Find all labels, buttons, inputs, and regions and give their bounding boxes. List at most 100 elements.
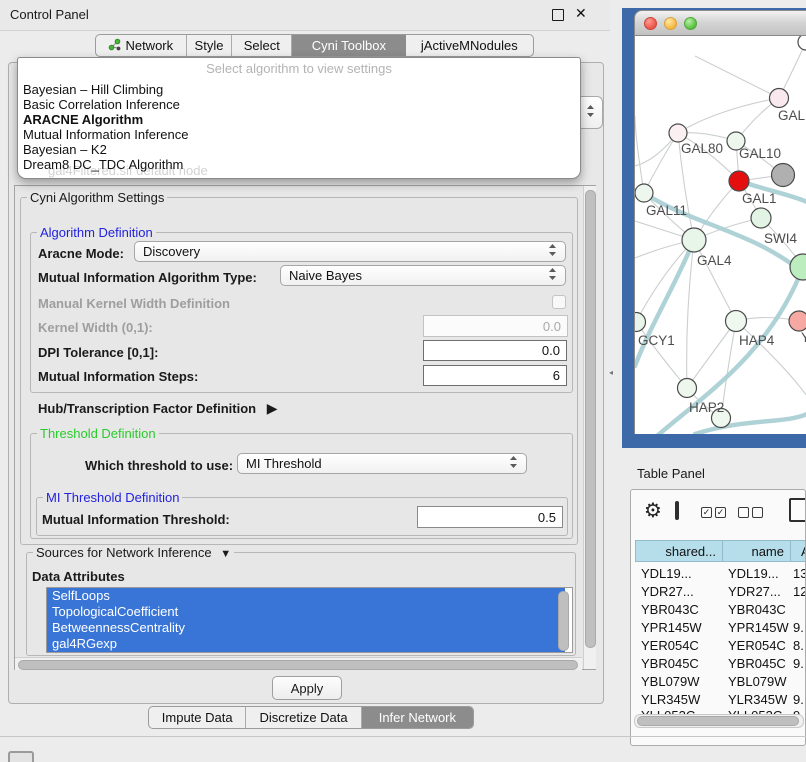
cyni-algorithm-settings-label: Cyni Algorithm Settings xyxy=(27,190,167,205)
panel-divider-arrow-icon[interactable]: ◂ xyxy=(609,368,613,377)
data-attributes-label: Data Attributes xyxy=(32,569,125,584)
data-attributes-list[interactable]: SelfLoops TopologicalCoefficient Between… xyxy=(46,587,573,653)
list-item[interactable]: BetweennessCentrality xyxy=(47,620,565,636)
apply-button[interactable]: Apply xyxy=(272,676,342,700)
list-item[interactable]: TopologicalCoefficient xyxy=(47,604,565,620)
unchecked-checkbox-icon[interactable] xyxy=(752,507,763,518)
column-header-name-label: name xyxy=(751,544,784,559)
mi-steps-label: Mutual Information Steps: xyxy=(38,369,198,384)
mi-threshold-field[interactable]: 0.5 xyxy=(417,506,563,528)
dropdown-item[interactable]: Bayesian – Hill Climbing xyxy=(23,82,163,97)
tab-select[interactable]: Select xyxy=(232,35,292,56)
kernel-width-label: Kernel Width (0,1): xyxy=(38,320,153,335)
tab-discretize-data-label: Discretize Data xyxy=(259,710,347,725)
table-horizontal-scrollbar[interactable] xyxy=(634,714,804,728)
mi-algorithm-type-select[interactable]: Naive Bayes xyxy=(280,265,566,286)
tab-cyni-toolbox-label: Cyni Toolbox xyxy=(312,38,386,53)
mi-threshold-label: Mutual Information Threshold: xyxy=(42,512,230,527)
tab-jactivemnodules-label: jActiveMNodules xyxy=(421,38,518,53)
cell-shared: YPR145W xyxy=(641,620,702,635)
cell-name: YBR043C xyxy=(728,602,786,617)
dropdown-item[interactable]: Mutual Information Inference xyxy=(23,127,188,142)
tab-infer-network[interactable]: Infer Network xyxy=(362,707,473,728)
stepper-icon xyxy=(586,105,595,120)
checked-checkbox-icon[interactable]: ✓ xyxy=(715,507,726,518)
cell-shared: YBR043C xyxy=(641,602,699,617)
bottom-tabbar: Impute Data Discretize Data Infer Networ… xyxy=(148,706,474,729)
table-panel: ⚙ ✓ ✓ shared... name A YDL19...YDL19...1… xyxy=(630,489,806,746)
gear-icon[interactable]: ⚙ xyxy=(644,500,662,520)
tab-discretize-data[interactable]: Discretize Data xyxy=(246,707,361,728)
column-header-name[interactable]: name xyxy=(722,540,791,562)
sources-group-toggle[interactable]: Sources for Network Inference ▼ xyxy=(33,545,234,562)
cell-shared: YLR345W xyxy=(641,692,700,707)
which-threshold-value: MI Threshold xyxy=(246,456,322,471)
threshold-definition-label: Threshold Definition xyxy=(37,426,159,441)
svg-text:GCY1: GCY1 xyxy=(638,333,675,348)
network-view-canvas[interactable]: GALGAL80GAL10GAL1GAL11SWI4GAL4GCY1HAP4YH… xyxy=(634,36,806,434)
split-columns-icon[interactable] xyxy=(675,501,679,520)
tab-network[interactable]: Network xyxy=(96,35,187,56)
list-item[interactable]: gal4RGexp xyxy=(47,636,565,652)
algorithm-dropdown-list[interactable]: Select algorithm to view settings Bayesi… xyxy=(17,57,581,179)
column-header-clipped[interactable]: A xyxy=(790,540,806,562)
vertical-scrollbar-thumb[interactable] xyxy=(585,190,596,648)
hub-definition-label: Hub/Transcription Factor Definition xyxy=(38,401,256,416)
horizontal-scrollbar-track[interactable] xyxy=(15,657,582,670)
minimize-traffic-light-icon[interactable] xyxy=(664,17,677,30)
mi-steps-value: 6 xyxy=(553,368,560,383)
mi-steps-field[interactable]: 6 xyxy=(423,365,567,386)
zoom-traffic-light-icon[interactable] xyxy=(684,17,697,30)
cell-shared: YER054C xyxy=(641,638,699,653)
mi-threshold-value: 0.5 xyxy=(538,510,556,525)
table-horizontal-scrollbar-thumb[interactable] xyxy=(637,716,799,726)
cell-value: 12 xyxy=(793,584,806,599)
close-icon[interactable]: ✕ xyxy=(575,5,587,22)
cell-name: YER054C xyxy=(728,638,786,653)
which-threshold-select[interactable]: MI Threshold xyxy=(237,453,527,474)
apply-button-label: Apply xyxy=(291,681,324,696)
minimized-panel-button[interactable] xyxy=(8,751,34,762)
control-panel-tabbar: Network Style Select Cyni Toolbox jActiv… xyxy=(95,34,534,57)
tab-jactivemnodules[interactable]: jActiveMNodules xyxy=(406,35,533,56)
cell-shared: YBL079W xyxy=(641,674,700,689)
column-header-shared[interactable]: shared... xyxy=(635,540,723,562)
manual-kernel-width-checkbox[interactable] xyxy=(552,295,566,309)
dpi-tolerance-field[interactable]: 0.0 xyxy=(423,340,567,361)
tab-impute-data-label: Impute Data xyxy=(162,710,233,725)
unchecked-checkbox-icon[interactable] xyxy=(738,507,749,518)
network-canvas-svg: GALGAL80GAL10GAL1GAL11SWI4GAL4GCY1HAP4YH… xyxy=(635,36,806,434)
network-window-titlebar[interactable] xyxy=(634,10,806,36)
close-traffic-light-icon[interactable] xyxy=(644,17,657,30)
svg-text:GAL1: GAL1 xyxy=(742,191,777,206)
cell-name: YBR045C xyxy=(728,656,786,671)
svg-text:GAL10: GAL10 xyxy=(739,146,781,161)
dropdown-item-selected[interactable]: ARACNE Algorithm xyxy=(23,112,143,127)
tab-cyni-toolbox[interactable]: Cyni Toolbox xyxy=(292,35,405,56)
dpi-tolerance-value: 0.0 xyxy=(542,343,560,358)
cell-value: 9. xyxy=(793,692,804,707)
new-table-page-icon[interactable] xyxy=(789,498,806,522)
stepper-icon xyxy=(548,268,557,283)
svg-text:GAL: GAL xyxy=(778,108,806,123)
dropdown-item[interactable]: Basic Correlation Inference xyxy=(23,97,180,112)
cell-name: YDR27... xyxy=(728,584,781,599)
tab-style[interactable]: Style xyxy=(187,35,233,56)
cell-shared: YDL19... xyxy=(641,566,692,581)
float-window-icon[interactable] xyxy=(552,9,564,21)
svg-text:HAP2: HAP2 xyxy=(689,400,724,415)
list-scrollbar[interactable] xyxy=(558,591,569,651)
dropdown-item[interactable]: Bayesian – K2 xyxy=(23,142,107,157)
aracne-mode-select[interactable]: Discovery xyxy=(134,241,566,262)
list-item[interactable]: SelfLoops xyxy=(47,588,565,604)
horizontal-scrollbar-thumb[interactable] xyxy=(18,660,578,670)
checked-checkbox-icon[interactable]: ✓ xyxy=(701,507,712,518)
hub-definition-toggle[interactable]: Hub/Transcription Factor Definition ▶ xyxy=(38,400,278,417)
tab-impute-data[interactable]: Impute Data xyxy=(149,707,246,728)
kernel-width-field[interactable]: 0.0 xyxy=(423,315,568,337)
cell-shared: YBR045C xyxy=(641,656,699,671)
hidden-combobox-fragment[interactable] xyxy=(578,96,603,129)
vertical-scrollbar-track[interactable] xyxy=(583,186,596,669)
cell-name: YLR345W xyxy=(728,692,787,707)
tab-network-label: Network xyxy=(125,38,173,53)
